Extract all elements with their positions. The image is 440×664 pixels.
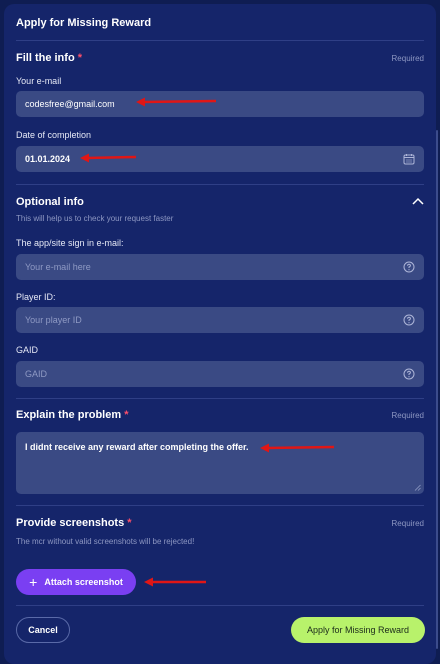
attach-screenshot-label: Attach screenshot (44, 577, 123, 587)
cancel-label: Cancel (28, 625, 58, 635)
screenshots-title: Provide screenshots (16, 517, 125, 529)
help-circle-icon[interactable] (403, 314, 415, 326)
resize-grip-icon[interactable] (414, 484, 421, 491)
player-id-label: Player ID: (16, 292, 56, 302)
annotation-arrow (80, 153, 137, 163)
annotation-arrow (260, 443, 335, 453)
email-field[interactable]: codesfree@gmail.com (16, 91, 424, 117)
divider (16, 184, 424, 185)
gaid-placeholder: GAID (25, 369, 48, 379)
divider (16, 505, 424, 506)
plus-icon: + (29, 573, 38, 590)
optional-info-title: Optional info (16, 196, 84, 208)
modal-title: Apply for Missing Reward (16, 17, 152, 29)
problem-heading: Explain the problem * (16, 409, 128, 421)
help-circle-icon[interactable] (403, 368, 415, 380)
submit-label: Apply for Missing Reward (306, 625, 410, 635)
problem-textarea[interactable]: I didnt receive any reward after complet… (16, 432, 424, 494)
problem-text: I didnt receive any reward after complet… (25, 442, 249, 452)
date-label: Date of completion (16, 130, 92, 140)
problem-title: Explain the problem (16, 409, 122, 421)
screenshots-required: Required (391, 519, 424, 528)
gaid-input[interactable]: GAID (16, 361, 424, 387)
required-star: * (124, 409, 129, 421)
player-id-placeholder: Your player ID (25, 315, 82, 325)
chevron-up-icon[interactable] (412, 196, 424, 206)
apply-for-missing-reward-button[interactable]: Apply for Missing Reward (291, 617, 425, 643)
divider (16, 605, 424, 606)
gaid-label: GAID (16, 345, 39, 355)
email-label: Your e-mail (16, 76, 62, 86)
optional-info-subtitle: This will help us to check your request … (16, 214, 174, 223)
player-id-input[interactable]: Your player ID (16, 307, 424, 333)
required-star: * (127, 517, 132, 529)
required-star: * (77, 52, 83, 64)
problem-required: Required (391, 411, 424, 420)
app-email-placeholder: Your e-mail here (25, 262, 91, 272)
cancel-button[interactable]: Cancel (16, 617, 70, 643)
fill-info-title: Fill the info (16, 52, 75, 64)
divider (16, 398, 424, 399)
attach-screenshot-button[interactable]: + Attach screenshot (16, 569, 136, 595)
app-email-label: The app/site sign in e-mail: (16, 238, 124, 248)
fill-info-heading: Fill the info * (16, 52, 82, 64)
help-circle-icon[interactable] (403, 261, 415, 273)
screenshots-note: The mcr without valid screenshots will b… (16, 537, 195, 546)
annotation-arrow (144, 577, 206, 587)
calendar-icon[interactable] (403, 153, 415, 165)
fill-info-required: Required (391, 54, 424, 63)
date-value: 01.01.2024 (25, 154, 71, 164)
email-value: codesfree@gmail.com (25, 99, 115, 109)
divider (16, 40, 424, 41)
annotation-arrow (136, 97, 217, 107)
app-email-input[interactable]: Your e-mail here (16, 254, 424, 280)
screenshots-heading: Provide screenshots * (16, 517, 132, 529)
scrollbar[interactable] (436, 130, 438, 649)
